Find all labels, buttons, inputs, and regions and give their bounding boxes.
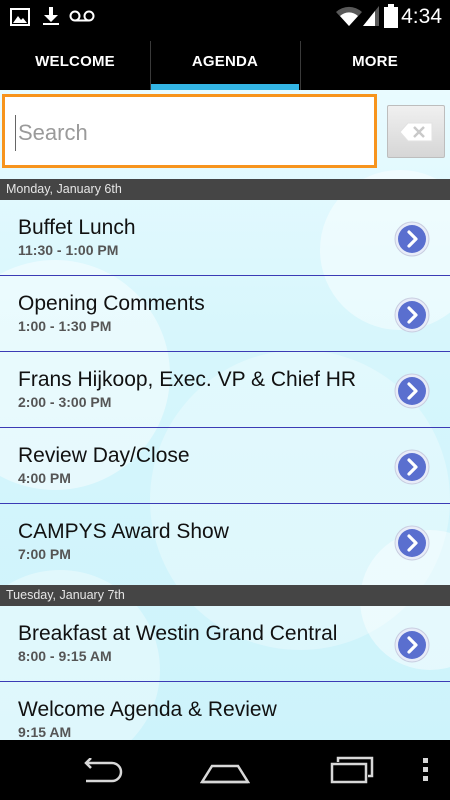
back-icon[interactable] [78, 758, 124, 784]
agenda-item-title: Review Day/Close [18, 444, 190, 467]
tab-agenda[interactable]: AGENDA [150, 33, 300, 90]
agenda-item-title: Breakfast at Westin Grand Central [18, 622, 338, 645]
agenda-item-title: Frans Hijkoop, Exec. VP & Chief HR [18, 368, 357, 391]
agenda-item[interactable]: Welcome Agenda & Review 9:15 AM [0, 682, 450, 740]
clear-search-button[interactable] [387, 105, 445, 158]
search-box [2, 94, 377, 168]
agenda-item-title: CAMPYS Award Show [18, 520, 229, 543]
backspace-icon [399, 122, 433, 141]
image-icon [10, 8, 30, 26]
agenda-item-title: Opening Comments [18, 292, 205, 315]
agenda-item-time: 4:00 PM [18, 470, 71, 486]
agenda-content[interactable]: Monday, January 6th Buffet Lunch 11:30 -… [0, 90, 450, 740]
clock: 4:34 [401, 5, 442, 28]
wifi-icon [336, 6, 362, 27]
section-header-monday: Monday, January 6th [0, 179, 450, 200]
agenda-item[interactable]: Frans Hijkoop, Exec. VP & Chief HR 2:00 … [0, 352, 450, 428]
search-input[interactable] [15, 115, 368, 151]
search-bar [0, 90, 450, 178]
recent-apps-icon[interactable] [330, 756, 374, 784]
agenda-item-time: 8:00 - 9:15 AM [18, 648, 112, 664]
overflow-menu-icon[interactable] [422, 756, 430, 784]
tab-bar: WELCOME AGENDA MORE [0, 33, 450, 90]
agenda-item-time: 1:00 - 1:30 PM [18, 318, 112, 334]
agenda-item-time: 11:30 - 1:00 PM [18, 242, 119, 258]
navigation-bar [0, 740, 450, 800]
section-header-tuesday: Tuesday, January 7th [0, 585, 450, 606]
agenda-item[interactable]: Breakfast at Westin Grand Central 8:00 -… [0, 606, 450, 682]
agenda-item[interactable]: Review Day/Close 4:00 PM [0, 428, 450, 504]
tab-welcome[interactable]: WELCOME [0, 33, 150, 90]
chevron-right-icon[interactable] [394, 627, 430, 663]
agenda-item-title: Buffet Lunch [18, 216, 136, 239]
battery-icon [384, 4, 398, 28]
agenda-item-title: Welcome Agenda & Review [18, 698, 277, 721]
agenda-item[interactable]: Opening Comments 1:00 - 1:30 PM [0, 276, 450, 352]
agenda-item-time: 7:00 PM [18, 546, 71, 562]
voicemail-icon [69, 10, 95, 22]
download-icon [43, 7, 59, 25]
chevron-right-icon[interactable] [394, 221, 430, 257]
tab-more[interactable]: MORE [300, 33, 450, 90]
agenda-item-time: 2:00 - 3:00 PM [18, 394, 112, 410]
chevron-right-icon[interactable] [394, 449, 430, 485]
chevron-right-icon[interactable] [394, 373, 430, 409]
agenda-item[interactable]: CAMPYS Award Show 7:00 PM [0, 504, 450, 580]
chevron-right-icon[interactable] [394, 297, 430, 333]
cell-signal-icon [363, 6, 379, 26]
status-bar: 4:34 [0, 0, 450, 33]
home-icon[interactable] [200, 758, 250, 784]
agenda-item-time: 9:15 AM [18, 724, 72, 740]
chevron-right-icon[interactable] [394, 525, 430, 561]
agenda-item[interactable]: Buffet Lunch 11:30 - 1:00 PM [0, 200, 450, 276]
